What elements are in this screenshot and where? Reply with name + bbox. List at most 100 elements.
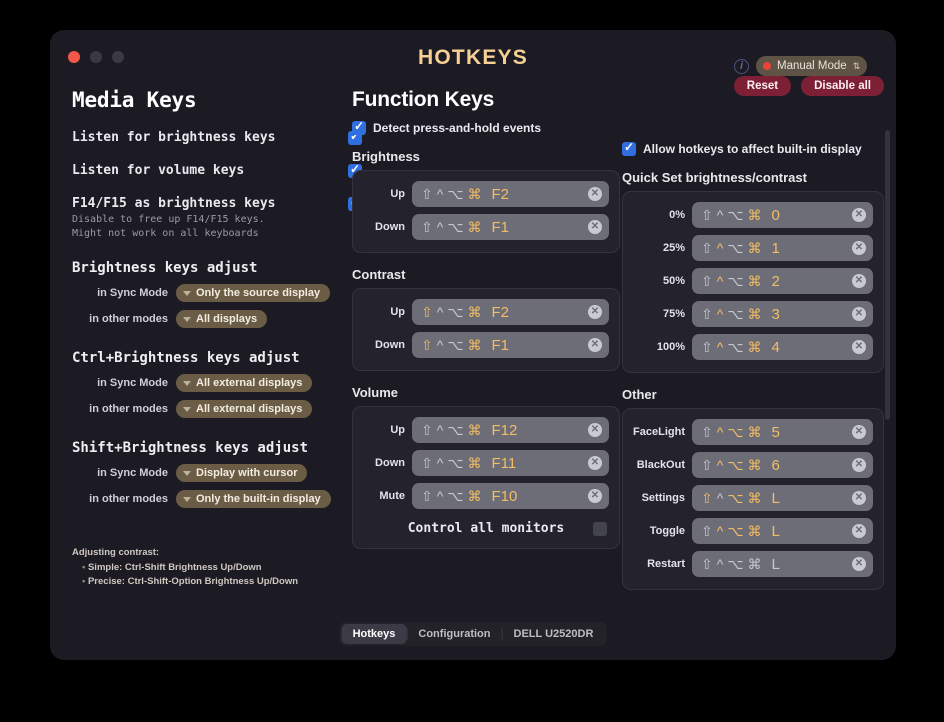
clear-hotkey-icon[interactable]: ✕	[852, 425, 866, 439]
clear-hotkey-icon[interactable]: ✕	[852, 458, 866, 472]
function-keys-heading: Function Keys	[352, 88, 495, 111]
modifier-0-icon: ⇧	[701, 424, 713, 440]
modifier-1-icon: ^	[716, 339, 724, 355]
modifier-0-icon: ⇧	[701, 273, 713, 289]
mode-selector[interactable]: Manual Mode ⇅	[756, 56, 868, 76]
hotkey-row-label: Settings	[641, 492, 685, 504]
chevron-down-icon	[183, 380, 191, 386]
hotkey-section-title: Quick Set brightness/contrast	[622, 170, 807, 185]
modifier-1-icon: ^	[716, 490, 724, 506]
modifier-3-icon: ⌘	[467, 219, 482, 235]
control-all-monitors-row[interactable]: Control all monitors	[363, 521, 609, 536]
hotkey-field[interactable]: ⇧ ^ ⌥ ⌘ 4 ✕	[692, 334, 873, 360]
adjust-dropdown[interactable]: All displays	[176, 310, 268, 328]
adjust-group: Shift+Brightness keys adjust in Sync Mod…	[72, 440, 362, 508]
hotkey-field[interactable]: ⇧ ^ ⌥ ⌘ F1 ✕	[412, 332, 609, 358]
hotkey-field[interactable]: ⇧ ^ ⌥ ⌘ F11 ✕	[412, 450, 609, 476]
clear-hotkey-icon[interactable]: ✕	[588, 338, 602, 352]
detect-press-hold-checkbox[interactable]	[352, 119, 366, 135]
tab-dell-u2520dr[interactable]: DELL U2520DR	[503, 624, 605, 644]
media-toggle-row[interactable]: Listen for volume keys	[72, 162, 362, 178]
hotkey-row: 50% ⇧ ^ ⌥ ⌘ 2 ✕	[633, 268, 873, 294]
hotkey-field[interactable]: ⇧ ^ ⌥ ⌘ 0 ✕	[692, 202, 873, 228]
allow-builtin-checkbox[interactable]	[622, 140, 636, 156]
detect-press-hold-row[interactable]: Detect press-and-hold events	[352, 119, 620, 135]
adjust-select-row[interactable]: in Sync Mode Display with cursor	[72, 464, 362, 482]
adjust-select-label: in other modes	[89, 493, 168, 505]
hotkey-field[interactable]: ⇧ ^ ⌥ ⌘ 6 ✕	[692, 452, 873, 478]
clear-hotkey-icon[interactable]: ✕	[588, 305, 602, 319]
hotkey-field[interactable]: ⇧ ^ ⌥ ⌘ L ✕	[692, 485, 873, 511]
vertical-scrollbar[interactable]	[885, 130, 890, 420]
clear-hotkey-icon[interactable]: ✕	[852, 241, 866, 255]
adjust-dropdown[interactable]: Only the built-in display	[176, 490, 331, 508]
hotkey-field[interactable]: ⇧ ^ ⌥ ⌘ F12 ✕	[412, 417, 609, 443]
reset-button[interactable]: Reset	[733, 76, 792, 96]
adjust-dropdown[interactable]: All external displays	[176, 374, 313, 392]
clear-hotkey-icon[interactable]: ✕	[588, 489, 602, 503]
clear-hotkey-icon[interactable]: ✕	[852, 307, 866, 321]
hotkey-row: Down ⇧ ^ ⌥ ⌘ F1 ✕	[363, 214, 609, 240]
hotkey-field[interactable]: ⇧ ^ ⌥ ⌘ 3 ✕	[692, 301, 873, 327]
adjust-dropdown-value: Only the source display	[196, 287, 321, 299]
chevron-down-icon	[183, 290, 191, 296]
tab-configuration[interactable]: Configuration	[407, 624, 501, 644]
hotkey-key-label: F2	[491, 185, 509, 203]
tab-bar: Hotkeys Configuration DELL U2520DR	[339, 622, 607, 646]
modifier-0-icon: ⇧	[701, 207, 713, 223]
adjust-select-row[interactable]: in Sync Mode Only the source display	[72, 284, 362, 302]
clear-hotkey-icon[interactable]: ✕	[588, 456, 602, 470]
clear-hotkey-icon[interactable]: ✕	[852, 524, 866, 538]
modifier-2-icon: ⌥	[727, 490, 744, 506]
info-icon[interactable]: i	[734, 59, 749, 74]
modifier-3-icon: ⌘	[747, 339, 762, 355]
action-buttons: Reset Disable all	[733, 76, 884, 96]
media-toggle-row[interactable]: Listen for brightness keys	[72, 129, 362, 145]
adjust-select-label: in Sync Mode	[97, 287, 168, 299]
media-toggle-row[interactable]: F14/F15 as brightness keys Disable to fr…	[72, 195, 362, 240]
disable-all-button[interactable]: Disable all	[801, 76, 884, 96]
hotkey-row: Up ⇧ ^ ⌥ ⌘ F2 ✕	[363, 299, 609, 325]
hotkey-field[interactable]: ⇧ ^ ⌥ ⌘ 1 ✕	[692, 235, 873, 261]
clear-hotkey-icon[interactable]: ✕	[852, 491, 866, 505]
hotkey-field[interactable]: ⇧ ^ ⌥ ⌘ F2 ✕	[412, 299, 609, 325]
hotkey-row: 75% ⇧ ^ ⌥ ⌘ 3 ✕	[633, 301, 873, 327]
adjust-select-row[interactable]: in other modes All displays	[72, 310, 362, 328]
hotkey-field[interactable]: ⇧ ^ ⌥ ⌘ 5 ✕	[692, 419, 873, 445]
adjust-select-row[interactable]: in Sync Mode All external displays	[72, 374, 362, 392]
clear-hotkey-icon[interactable]: ✕	[588, 187, 602, 201]
modifier-0-icon: ⇧	[701, 457, 713, 473]
allow-builtin-row[interactable]: Allow hotkeys to affect built-in display	[622, 140, 884, 156]
hotkey-field[interactable]: ⇧ ^ ⌥ ⌘ L ✕	[692, 551, 873, 577]
tab-hotkeys[interactable]: Hotkeys	[341, 624, 407, 644]
modifier-3-icon: ⌘	[747, 490, 762, 506]
adjust-dropdown[interactable]: Display with cursor	[176, 464, 308, 482]
adjust-dropdown[interactable]: All external displays	[176, 400, 313, 418]
hotkey-field[interactable]: ⇧ ^ ⌥ ⌘ 2 ✕	[692, 268, 873, 294]
adjust-dropdown[interactable]: Only the source display	[176, 284, 331, 302]
clear-hotkey-icon[interactable]: ✕	[852, 557, 866, 571]
hotkey-field[interactable]: ⇧ ^ ⌥ ⌘ F1 ✕	[412, 214, 609, 240]
adjust-select-row[interactable]: in other modes All external displays	[72, 400, 362, 418]
modifier-3-icon: ⌘	[747, 306, 762, 322]
modifier-0-icon: ⇧	[421, 304, 433, 320]
hotkey-field[interactable]: ⇧ ^ ⌥ ⌘ F10 ✕	[412, 483, 609, 509]
hotkey-field[interactable]: ⇧ ^ ⌥ ⌘ F2 ✕	[412, 181, 609, 207]
clear-hotkey-icon[interactable]: ✕	[588, 220, 602, 234]
modifier-2-icon: ⌥	[447, 219, 464, 235]
hotkey-field[interactable]: ⇧ ^ ⌥ ⌘ L ✕	[692, 518, 873, 544]
clear-hotkey-icon[interactable]: ✕	[852, 274, 866, 288]
clear-hotkey-icon[interactable]: ✕	[852, 340, 866, 354]
hotkeys-window: HOTKEYS i Manual Mode ⇅ Media Keys Liste…	[50, 30, 896, 660]
hotkey-row-label: 25%	[662, 242, 685, 254]
modifier-3-icon: ⌘	[467, 304, 482, 320]
detect-press-hold-label: Detect press-and-hold events	[373, 120, 542, 135]
adjust-group-title: Shift+Brightness keys adjust	[72, 440, 309, 456]
clear-hotkey-icon[interactable]: ✕	[852, 208, 866, 222]
clear-hotkey-icon[interactable]: ✕	[588, 423, 602, 437]
adjust-select-row[interactable]: in other modes Only the built-in display	[72, 490, 362, 508]
modifier-1-icon: ^	[716, 306, 724, 322]
control-all-monitors-checkbox[interactable]	[593, 522, 607, 536]
modifier-2-icon: ⌥	[727, 207, 744, 223]
modifier-0-icon: ⇧	[421, 455, 433, 471]
